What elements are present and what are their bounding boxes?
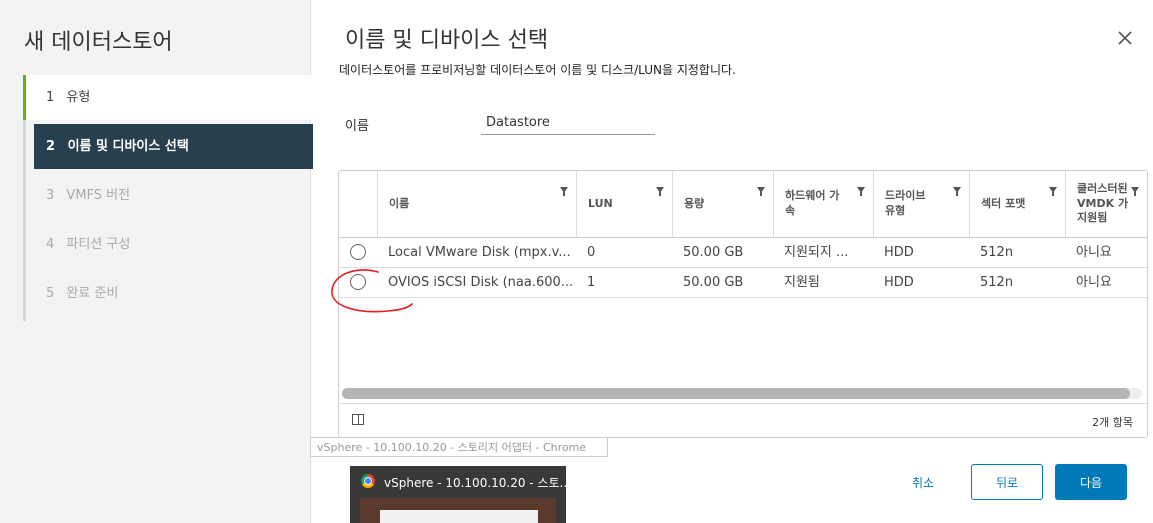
column-label: 용량 [684,196,705,210]
wizard-title: 새 데이터스토어 [24,30,173,55]
filter-icon[interactable] [560,187,568,196]
filter-icon[interactable] [857,187,865,196]
wizard-steps: 1 유형 2 이름 및 디바이스 선택 3 VMFS 버전 4 파티션 구성 5… [23,75,313,321]
cell-lun: 0 [587,245,596,260]
column-label: 이름 [389,196,410,210]
cell-drive-type: HDD [884,245,914,260]
cell-clustered-vmdk: 아니요 [1076,275,1112,290]
step-number: 1 [46,90,55,105]
step-label: 이름 및 디바이스 선택 [67,139,189,154]
cell-name: Local VMware Disk (mpx.v... [388,245,571,260]
datastore-name-input[interactable] [481,110,655,135]
cell-drive-type: HDD [884,275,914,290]
step-number: 3 [46,188,55,203]
step-number: 5 [46,286,55,301]
column-header-capacity[interactable]: 용량 [672,171,773,237]
chrome-icon [361,474,375,488]
column-label: 클러스터된 VMDK 가 지원됨 [1077,181,1129,225]
device-grid: 이름 LUN 용량 하드웨어 가속 드라이브 유형 섹터 포맷 클러스터된 VM… [338,170,1148,438]
cell-hw-acceleration: 지원되지 ... [784,245,849,260]
column-label: 드라이브 유형 [885,189,926,217]
step-number: 4 [46,237,55,252]
row-select-radio[interactable] [350,244,366,260]
page-description: 데이터스토어를 프로비저닝할 데이터스토어 이름 및 디스크/LUN을 지정합니… [339,63,736,77]
cell-lun: 1 [587,275,596,290]
filter-icon[interactable] [953,187,961,196]
cancel-button[interactable]: 취소 [891,464,955,500]
back-button[interactable]: 뒤로 [971,464,1043,500]
step-label: 파티션 구성 [66,237,131,252]
select-column-header [339,171,377,237]
close-icon[interactable] [1115,28,1135,48]
wizard-step-type[interactable]: 1 유형 [23,75,313,120]
taskbar-tooltip: vSphere - 10.100.10.20 - 스토리지 어댑터 - Chro… [310,437,608,457]
cell-hw-acceleration: 지원됨 [784,275,820,290]
grid-footer: 2개 항목 [339,403,1147,437]
horizontal-scrollbar[interactable] [342,388,1142,399]
wizard-sidebar: 새 데이터스토어 1 유형 2 이름 및 디바이스 선택 3 VMFS 버전 4… [0,0,313,523]
column-label: LUN [588,196,613,210]
wizard-step-vmfs-version: 3 VMFS 버전 [26,173,313,218]
cell-capacity: 50.00 GB [683,245,744,260]
name-label: 이름 [345,119,369,134]
step-label: 완료 준비 [66,286,119,301]
cell-capacity: 50.00 GB [683,275,744,290]
column-header-clustered-vmdk[interactable]: 클러스터된 VMDK 가 지원됨 [1065,171,1147,237]
scrollbar-thumb[interactable] [342,388,1130,399]
column-header-lun[interactable]: LUN [576,171,672,237]
table-row[interactable]: Local VMware Disk (mpx.v... 0 50.00 GB 지… [339,238,1147,268]
page-title: 이름 및 디바이스 선택 [345,28,549,53]
step-number: 2 [46,139,56,154]
grid-header: 이름 LUN 용량 하드웨어 가속 드라이브 유형 섹터 포맷 클러스터된 VM… [339,171,1147,238]
next-button[interactable]: 다음 [1055,464,1127,500]
cell-clustered-vmdk: 아니요 [1076,245,1112,260]
cell-sector-format: 512n [980,275,1014,290]
column-toggle-icon[interactable] [352,414,364,425]
wizard-step-partition: 4 파티션 구성 [26,222,313,267]
cell-name: OVIOS iSCSI Disk (naa.600... [388,275,574,290]
cell-sector-format: 512n [980,245,1014,260]
taskbar-thumbnail[interactable]: vSphere - 10.100.10.20 - 스토... [350,466,571,523]
column-header-sector-format[interactable]: 섹터 포맷 [969,171,1065,237]
table-row[interactable]: OVIOS iSCSI Disk (naa.600... 1 50.00 GB … [339,268,1147,298]
filter-icon[interactable] [757,187,765,196]
thumbnail-title: vSphere - 10.100.10.20 - 스토... [384,476,571,490]
filter-icon[interactable] [1049,187,1057,196]
column-label: 하드웨어 가속 [785,189,840,217]
item-count: 2개 항목 [1092,416,1133,429]
filter-icon[interactable] [656,187,664,196]
step-label: VMFS 버전 [66,188,131,203]
column-header-name[interactable]: 이름 [377,171,576,237]
row-select-radio[interactable] [350,274,366,290]
filter-icon[interactable] [1131,187,1139,196]
wizard-step-name-device[interactable]: 2 이름 및 디바이스 선택 [34,124,313,169]
column-header-drive-type[interactable]: 드라이브 유형 [873,171,969,237]
step-label: 유형 [66,90,91,105]
column-header-hw-acceleration[interactable]: 하드웨어 가속 [773,171,873,237]
thumbnail-preview [360,498,556,523]
wizard-step-ready: 5 완료 준비 [26,271,313,316]
column-label: 섹터 포맷 [981,196,1026,210]
